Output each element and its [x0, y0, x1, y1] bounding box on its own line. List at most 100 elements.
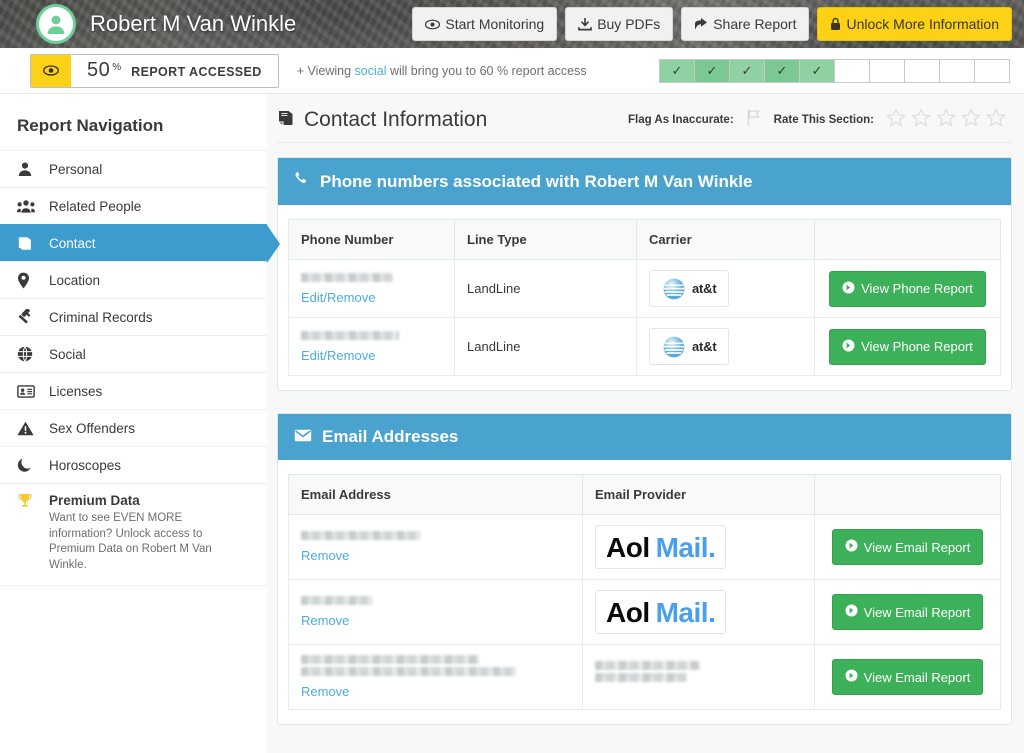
- phone-card-header: Phone numbers associated with Robert M V…: [278, 158, 1011, 205]
- sidebar-item-location[interactable]: Location: [0, 261, 267, 298]
- sidebar-item-personal[interactable]: Personal: [0, 150, 267, 187]
- eye-icon: [425, 19, 441, 30]
- star-icon[interactable]: [886, 108, 906, 132]
- buy-pdfs-button[interactable]: Buy PDFs: [565, 7, 674, 41]
- table-row: Edit/Remove LandLine at&t View Phone Report: [288, 317, 1001, 376]
- carrier-name: at&t: [692, 281, 717, 296]
- section-title: Contact Information: [304, 108, 488, 131]
- sidebar-item-label: Contact: [49, 235, 96, 251]
- premium-title: Premium Data: [49, 493, 140, 508]
- view-phone-report-button[interactable]: View Phone Report: [829, 270, 986, 307]
- sidebar-item-related-people[interactable]: Related People: [0, 187, 267, 224]
- sidebar-item-licenses[interactable]: Licenses: [0, 372, 267, 409]
- star-icon[interactable]: [986, 108, 1006, 132]
- phone-numbers-card: Phone numbers associated with Robert M V…: [277, 157, 1012, 391]
- share-report-label: Share Report: [713, 16, 797, 32]
- flag-as-inaccurate-label: Flag As Inaccurate:: [628, 114, 734, 126]
- flag-icon[interactable]: [746, 109, 762, 131]
- remove-link[interactable]: Remove: [301, 613, 349, 628]
- sidebar-item-premium-data[interactable]: Premium Data Want to see EVEN MORE infor…: [0, 483, 267, 587]
- star-icon[interactable]: [961, 108, 981, 132]
- redacted-value: [301, 531, 421, 540]
- access-note-prefix: + Viewing: [296, 63, 355, 78]
- report-accessed-pill: 50 % REPORT ACCESSED: [30, 53, 279, 88]
- phone-card-title: Phone numbers associated with Robert M V…: [320, 171, 753, 191]
- warning-icon: [17, 421, 43, 436]
- phone-col-action: [814, 219, 1001, 260]
- access-step: [975, 59, 1009, 82]
- email-table-body: Remove Aol Mail. View Email Report Remove Aol…: [288, 514, 1001, 710]
- redacted-provider: [595, 661, 700, 690]
- phone-number-cell: Edit/Remove: [288, 259, 455, 318]
- sidebar-item-criminal-records[interactable]: Criminal Records: [0, 298, 267, 335]
- access-note-suffix: will bring you to 60 % report access: [386, 63, 587, 78]
- edit-remove-link[interactable]: Edit/Remove: [301, 348, 375, 363]
- table-row: Edit/Remove LandLine at&t View Phone Report: [288, 259, 1001, 318]
- unlock-more-information-button[interactable]: Unlock More Information: [817, 7, 1012, 41]
- start-monitoring-label: Start Monitoring: [445, 16, 545, 32]
- access-note: + Viewing social will bring you to 60 % …: [297, 64, 587, 78]
- buy-pdfs-label: Buy PDFs: [597, 16, 661, 32]
- premium-description: Want to see EVEN MORE information? Unloc…: [49, 512, 212, 571]
- report-access-bar: 50 % REPORT ACCESSED + Viewing social wi…: [0, 48, 1024, 94]
- line-type-cell: LandLine: [454, 259, 637, 318]
- aol-word: Aol: [606, 532, 650, 563]
- sidebar-item-social[interactable]: Social: [0, 335, 267, 372]
- section-title-group: Contact Information: [277, 108, 487, 132]
- email-card-header: Email Addresses: [278, 414, 1011, 460]
- share-report-button[interactable]: Share Report: [681, 7, 810, 41]
- star-icon[interactable]: [936, 108, 956, 132]
- email-action-cell: View Email Report: [814, 579, 1001, 645]
- sidebar-item-label: Personal: [49, 161, 103, 177]
- body-layout: Report Navigation Personal Related People…: [0, 94, 1024, 753]
- mail-word: Mail.: [655, 597, 716, 628]
- report-page: Robert M Van Winkle Start Monitoring Buy…: [0, 0, 1024, 753]
- aol-mail-logo-icon: Aol Mail.: [595, 525, 727, 569]
- phone-table-body: Edit/Remove LandLine at&t View Phone Report…: [288, 259, 1001, 376]
- access-progress-steps: ✓ ✓ ✓ ✓ ✓: [659, 58, 1010, 83]
- email-address-cell: Remove: [288, 644, 583, 710]
- rating-stars[interactable]: [886, 108, 1006, 132]
- access-step: ✓: [730, 59, 764, 82]
- star-icon[interactable]: [911, 108, 931, 132]
- rate-this-section-label: Rate This Section:: [773, 114, 874, 126]
- arrow-circle-right-icon: [845, 669, 858, 685]
- view-email-report-button-label: View Email Report: [863, 604, 971, 620]
- aol-word: Aol: [606, 597, 650, 628]
- access-step: ✓: [695, 59, 729, 82]
- edit-remove-link[interactable]: Edit/Remove: [301, 290, 375, 305]
- phone-col-number: Phone Number: [288, 219, 455, 260]
- email-action-cell: View Email Report: [814, 644, 1001, 710]
- phone-col-linetype: Line Type: [454, 219, 637, 260]
- avatar: [36, 4, 76, 44]
- carrier-cell: at&t: [636, 317, 815, 376]
- email-address-cell: Remove: [288, 514, 583, 580]
- social-link[interactable]: social: [355, 64, 387, 78]
- email-provider-cell: Aol Mail.: [582, 514, 815, 580]
- arrow-circle-right-icon: [845, 604, 858, 620]
- view-email-report-button[interactable]: View Email Report: [831, 659, 984, 695]
- remove-link[interactable]: Remove: [301, 548, 349, 563]
- remove-link[interactable]: Remove: [301, 684, 349, 699]
- email-col-address: Email Address: [288, 474, 583, 515]
- view-email-report-button-label: View Email Report: [863, 669, 971, 685]
- section-header-actions: Flag As Inaccurate: Rate This Section:: [628, 108, 1006, 132]
- gavel-icon: [17, 308, 43, 326]
- email-col-action: [814, 474, 1001, 515]
- phone-col-carrier: Carrier: [636, 219, 815, 260]
- start-monitoring-button[interactable]: Start Monitoring: [412, 7, 558, 41]
- redacted-value: [595, 661, 700, 670]
- sidebar-item-contact[interactable]: Contact: [0, 224, 280, 263]
- view-phone-report-button[interactable]: View Phone Report: [829, 328, 986, 365]
- access-step: [940, 59, 974, 82]
- mail-word: Mail.: [655, 532, 716, 563]
- sidebar-item-horoscopes[interactable]: Horoscopes: [0, 446, 267, 483]
- view-email-report-button[interactable]: View Email Report: [831, 594, 984, 630]
- person-icon: [17, 161, 43, 177]
- email-address-cell: Remove: [288, 579, 583, 645]
- sidebar-item-sex-offenders[interactable]: Sex Offenders: [0, 409, 267, 446]
- phone-table-header-row: Phone Number Line Type Carrier: [288, 219, 1001, 260]
- att-logo-icon: at&t: [649, 270, 730, 307]
- view-email-report-button[interactable]: View Email Report: [831, 529, 984, 565]
- phone-action-cell: View Phone Report: [814, 317, 1001, 376]
